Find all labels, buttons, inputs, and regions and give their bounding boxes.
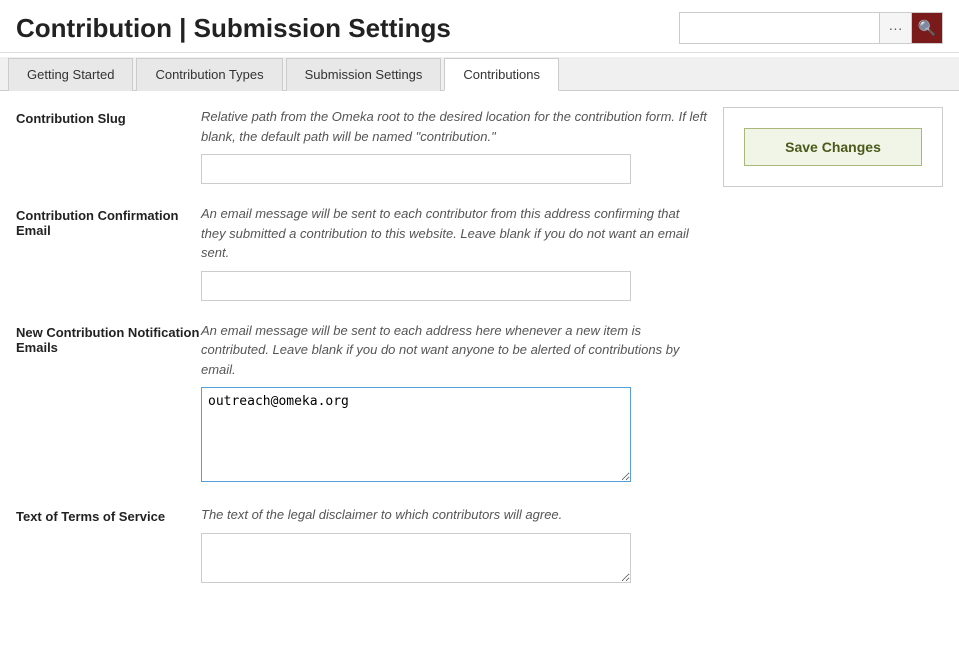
terms-of-service-label: Text of Terms of Service <box>16 505 201 524</box>
save-box: Save Changes <box>723 107 943 187</box>
header-search-area: ··· 🔍 <box>679 12 943 44</box>
contribution-slug-row: Contribution Slug Relative path from the… <box>16 107 707 184</box>
main-content: Contribution Slug Relative path from the… <box>0 91 959 622</box>
notification-emails-textarea[interactable]: outreach@omeka.org <box>201 387 631 482</box>
contribution-slug-label: Contribution Slug <box>16 107 201 126</box>
confirmation-email-input[interactable] <box>201 271 631 301</box>
tab-getting-started[interactable]: Getting Started <box>8 58 133 91</box>
confirmation-email-row: Contribution Confirmation Email An email… <box>16 204 707 301</box>
terms-of-service-field: The text of the legal disclaimer to whic… <box>201 505 707 586</box>
search-options-button[interactable]: ··· <box>879 12 911 44</box>
notification-emails-row: New Contribution Notification Emails An … <box>16 321 707 486</box>
save-changes-button[interactable]: Save Changes <box>744 128 922 166</box>
contribution-slug-input[interactable] <box>201 154 631 184</box>
search-icon: 🔍 <box>918 19 937 37</box>
confirmation-email-description: An email message will be sent to each co… <box>201 204 707 263</box>
tab-contributions[interactable]: Contributions <box>444 58 559 91</box>
form-area: Contribution Slug Relative path from the… <box>16 107 707 606</box>
terms-of-service-textarea[interactable] <box>201 533 631 583</box>
page-title: Contribution | Submission Settings <box>16 13 451 44</box>
notification-emails-description: An email message will be sent to each ad… <box>201 321 707 380</box>
terms-of-service-description: The text of the legal disclaimer to whic… <box>201 505 707 525</box>
sidebar: Save Changes <box>723 107 943 606</box>
search-button[interactable]: 🔍 <box>911 12 943 44</box>
contribution-slug-description: Relative path from the Omeka root to the… <box>201 107 707 146</box>
dots-icon: ··· <box>889 20 903 36</box>
contribution-slug-field: Relative path from the Omeka root to the… <box>201 107 707 184</box>
notification-emails-field: An email message will be sent to each ad… <box>201 321 707 486</box>
tab-contribution-types[interactable]: Contribution Types <box>136 58 282 91</box>
confirmation-email-label: Contribution Confirmation Email <box>16 204 201 238</box>
confirmation-email-field: An email message will be sent to each co… <box>201 204 707 301</box>
search-input[interactable] <box>679 12 879 44</box>
terms-of-service-row: Text of Terms of Service The text of the… <box>16 505 707 586</box>
notification-emails-label: New Contribution Notification Emails <box>16 321 201 355</box>
tab-bar: Getting Started Contribution Types Submi… <box>0 57 959 91</box>
tab-submission-settings[interactable]: Submission Settings <box>286 58 442 91</box>
page-header: Contribution | Submission Settings ··· 🔍 <box>0 0 959 53</box>
